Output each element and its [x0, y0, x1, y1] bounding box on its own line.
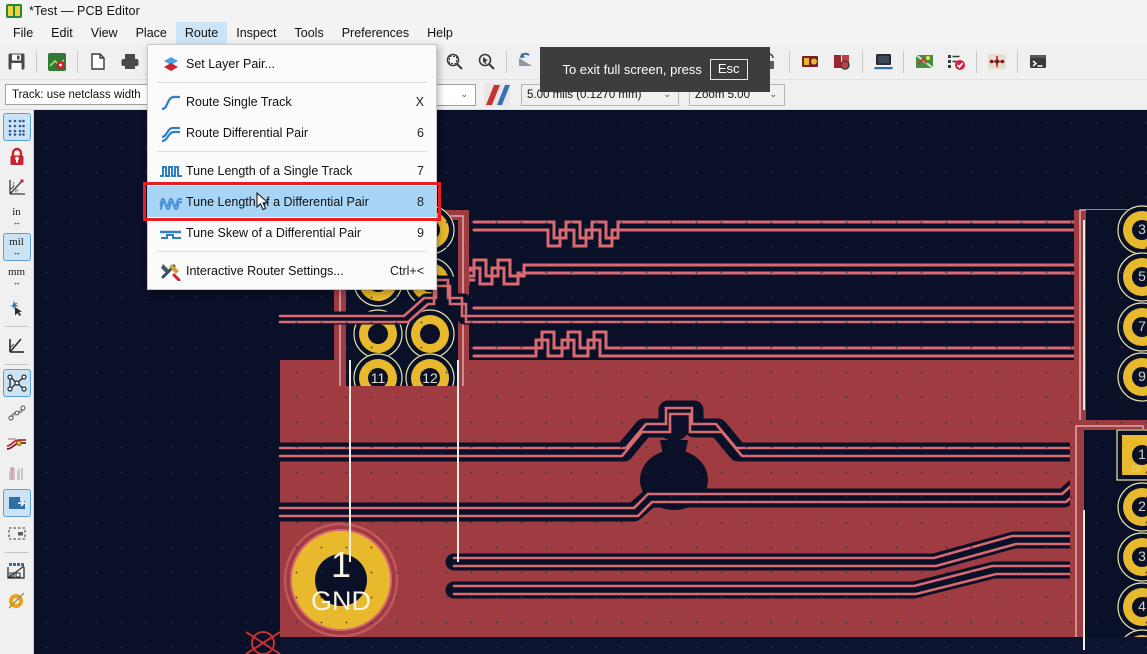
- crosshair-cursor-button[interactable]: [3, 293, 31, 321]
- footprint-editor-button[interactable]: [795, 47, 825, 77]
- zoom-area-button[interactable]: [439, 47, 469, 77]
- svg-text:θ: θ: [15, 189, 18, 195]
- fullscreen-toast-message: To exit full screen, press: [562, 62, 701, 77]
- svg-text:r: r: [12, 181, 15, 187]
- left-toolbar-separator: [5, 326, 29, 327]
- menu-preferences[interactable]: Preferences: [333, 22, 418, 44]
- zoom-select-button[interactable]: [471, 47, 501, 77]
- fullscreen-toast: To exit full screen, press Esc: [540, 47, 770, 92]
- tune-single-track-icon: [156, 161, 186, 181]
- menu-place[interactable]: Place: [127, 22, 176, 44]
- route-single-track-icon: [156, 92, 186, 112]
- units-inches-label: in↔: [12, 207, 21, 227]
- zone-filled-button[interactable]: [3, 489, 31, 517]
- show-ratsnest-button[interactable]: [3, 369, 31, 397]
- menu-item-set-layer-pair[interactable]: Set Layer Pair...: [148, 48, 436, 79]
- menu-tools[interactable]: Tools: [286, 22, 333, 44]
- scripting-console-button[interactable]: [1023, 47, 1053, 77]
- menu-item-route-single-track[interactable]: Route Single Track X: [148, 86, 436, 117]
- route-diff-pair-icon: [156, 123, 186, 143]
- zone-outline-button[interactable]: [3, 519, 31, 547]
- toolbar-separator: [506, 51, 507, 73]
- left-options-toolbar: rθ in↔ mil↔ mm↔: [0, 110, 34, 654]
- page-settings-button[interactable]: [83, 47, 113, 77]
- menu-help[interactable]: Help: [418, 22, 462, 44]
- units-mils-button[interactable]: mil↔: [3, 233, 31, 261]
- chevron-down-icon: ⌄: [455, 89, 473, 100]
- toolbar-separator: [36, 51, 37, 73]
- toolbar-separator: [976, 51, 977, 73]
- track-sketch-button[interactable]: [3, 459, 31, 487]
- save-button[interactable]: [1, 47, 31, 77]
- menu-inspect[interactable]: Inspect: [227, 22, 285, 44]
- pcb-editor-window: *Test — PCB Editor File Edit View Place …: [0, 0, 1147, 654]
- toolbar-separator: [903, 51, 904, 73]
- angle-measure-button[interactable]: [3, 331, 31, 359]
- units-mm-button[interactable]: mm↔: [3, 263, 31, 291]
- menu-item-tune-length-differential-pair[interactable]: Tune Length of a Differential Pair 8: [148, 186, 436, 217]
- ratsnest-curved-button[interactable]: [3, 399, 31, 427]
- toolbar-separator: [789, 51, 790, 73]
- menu-item-tune-skew-differential-pair[interactable]: Tune Skew of a Differential Pair 9: [148, 217, 436, 248]
- route-dropdown-menu: Set Layer Pair... Route Single Track X R…: [147, 44, 437, 290]
- units-inches-button[interactable]: in↔: [3, 203, 31, 231]
- toggle-grid-button[interactable]: [3, 113, 31, 141]
- 3d-viewer-button[interactable]: [868, 47, 898, 77]
- menu-item-tune-length-single-track[interactable]: Tune Length of a Single Track 7: [148, 155, 436, 186]
- menu-separator: [157, 82, 427, 83]
- title-bar: *Test — PCB Editor: [0, 0, 1147, 22]
- pad-sketch-button[interactable]: [3, 587, 31, 615]
- menu-view[interactable]: View: [82, 22, 127, 44]
- schematic-editor-button[interactable]: [909, 47, 939, 77]
- toolbar-separator: [1017, 51, 1018, 73]
- left-toolbar-separator: [5, 364, 29, 365]
- toggle-lock-button[interactable]: [3, 143, 31, 171]
- net-inspector-button[interactable]: [982, 47, 1012, 77]
- net-highlight-button[interactable]: [3, 429, 31, 457]
- footprint-sketch-button[interactable]: [3, 557, 31, 585]
- rotate-ccw-button[interactable]: [512, 47, 542, 77]
- menu-route[interactable]: Route: [176, 22, 227, 44]
- drc-button[interactable]: [941, 47, 971, 77]
- track-width-display[interactable]: Track: use netclass width: [5, 84, 160, 105]
- mouse-cursor: [256, 192, 270, 212]
- router-settings-icon: [156, 261, 186, 281]
- menu-item-route-differential-pair[interactable]: Route Differential Pair 6: [148, 117, 436, 148]
- tune-diff-pair-icon: [156, 192, 186, 212]
- footprint-viewer-button[interactable]: [827, 47, 857, 77]
- menu-separator: [157, 251, 427, 252]
- print-button[interactable]: [115, 47, 145, 77]
- fullscreen-toast-key: Esc: [710, 59, 748, 79]
- units-mils-label: mil↔: [9, 237, 24, 257]
- left-toolbar-separator: [5, 552, 29, 553]
- diff-pair-dimension-button[interactable]: [482, 80, 512, 110]
- app-icon: [6, 4, 22, 18]
- window-title: *Test — PCB Editor: [29, 4, 140, 18]
- tune-skew-icon: [156, 223, 186, 243]
- toolbar-separator: [862, 51, 863, 73]
- board-setup-button[interactable]: [42, 47, 72, 77]
- polar-coordinates-button[interactable]: rθ: [3, 173, 31, 201]
- menu-separator: [157, 151, 427, 152]
- units-mm-label: mm↔: [8, 267, 25, 287]
- toolbar-separator: [77, 51, 78, 73]
- menu-file[interactable]: File: [4, 22, 42, 44]
- menu-bar: File Edit View Place Route Inspect Tools…: [0, 22, 1147, 44]
- layer-pair-icon: [156, 54, 186, 74]
- menu-edit[interactable]: Edit: [42, 22, 82, 44]
- menu-item-interactive-router-settings[interactable]: Interactive Router Settings... Ctrl+<: [148, 255, 436, 286]
